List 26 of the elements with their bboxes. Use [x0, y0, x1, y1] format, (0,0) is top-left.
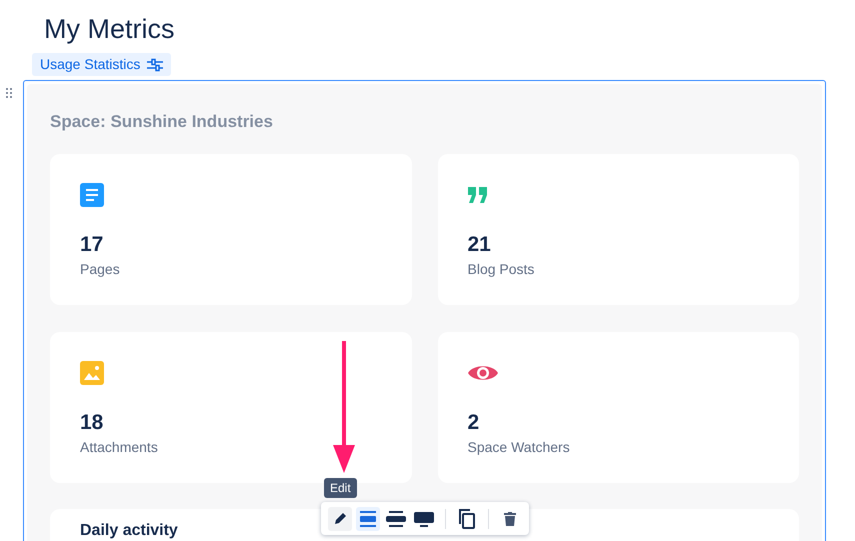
macro-tag[interactable]: Usage Statistics — [32, 53, 172, 76]
stat-label: Blog Posts — [468, 260, 536, 279]
stat-value: 18 — [80, 410, 104, 436]
stat-value: 17 — [80, 232, 104, 258]
quote-icon — [468, 187, 488, 203]
tag-label: Usage Statistics — [40, 55, 140, 74]
stat-label: Space Watchers — [468, 438, 571, 457]
pencil-icon — [333, 512, 347, 526]
edit-tooltip: Edit — [324, 478, 357, 498]
trash-icon — [504, 512, 516, 526]
narrow-layout-icon — [359, 510, 377, 526]
stat-label: Attachments — [80, 438, 159, 457]
document-icon — [80, 183, 104, 207]
image-icon — [80, 361, 104, 385]
activity-title: Daily activity — [80, 521, 179, 541]
stat-value: 2 — [468, 410, 480, 436]
copy-icon — [459, 508, 475, 528]
space-heading: Space: Sunshine Industries — [50, 111, 274, 133]
page-title: My Metrics — [44, 13, 176, 46]
sliders-icon — [146, 58, 164, 72]
full-width-icon — [414, 510, 434, 526]
edit-button[interactable] — [328, 506, 352, 530]
wide-layout-icon — [386, 510, 406, 526]
stat-label: Pages — [80, 260, 121, 279]
drag-handle-icon[interactable] — [6, 88, 12, 98]
stat-value: 21 — [468, 232, 492, 258]
